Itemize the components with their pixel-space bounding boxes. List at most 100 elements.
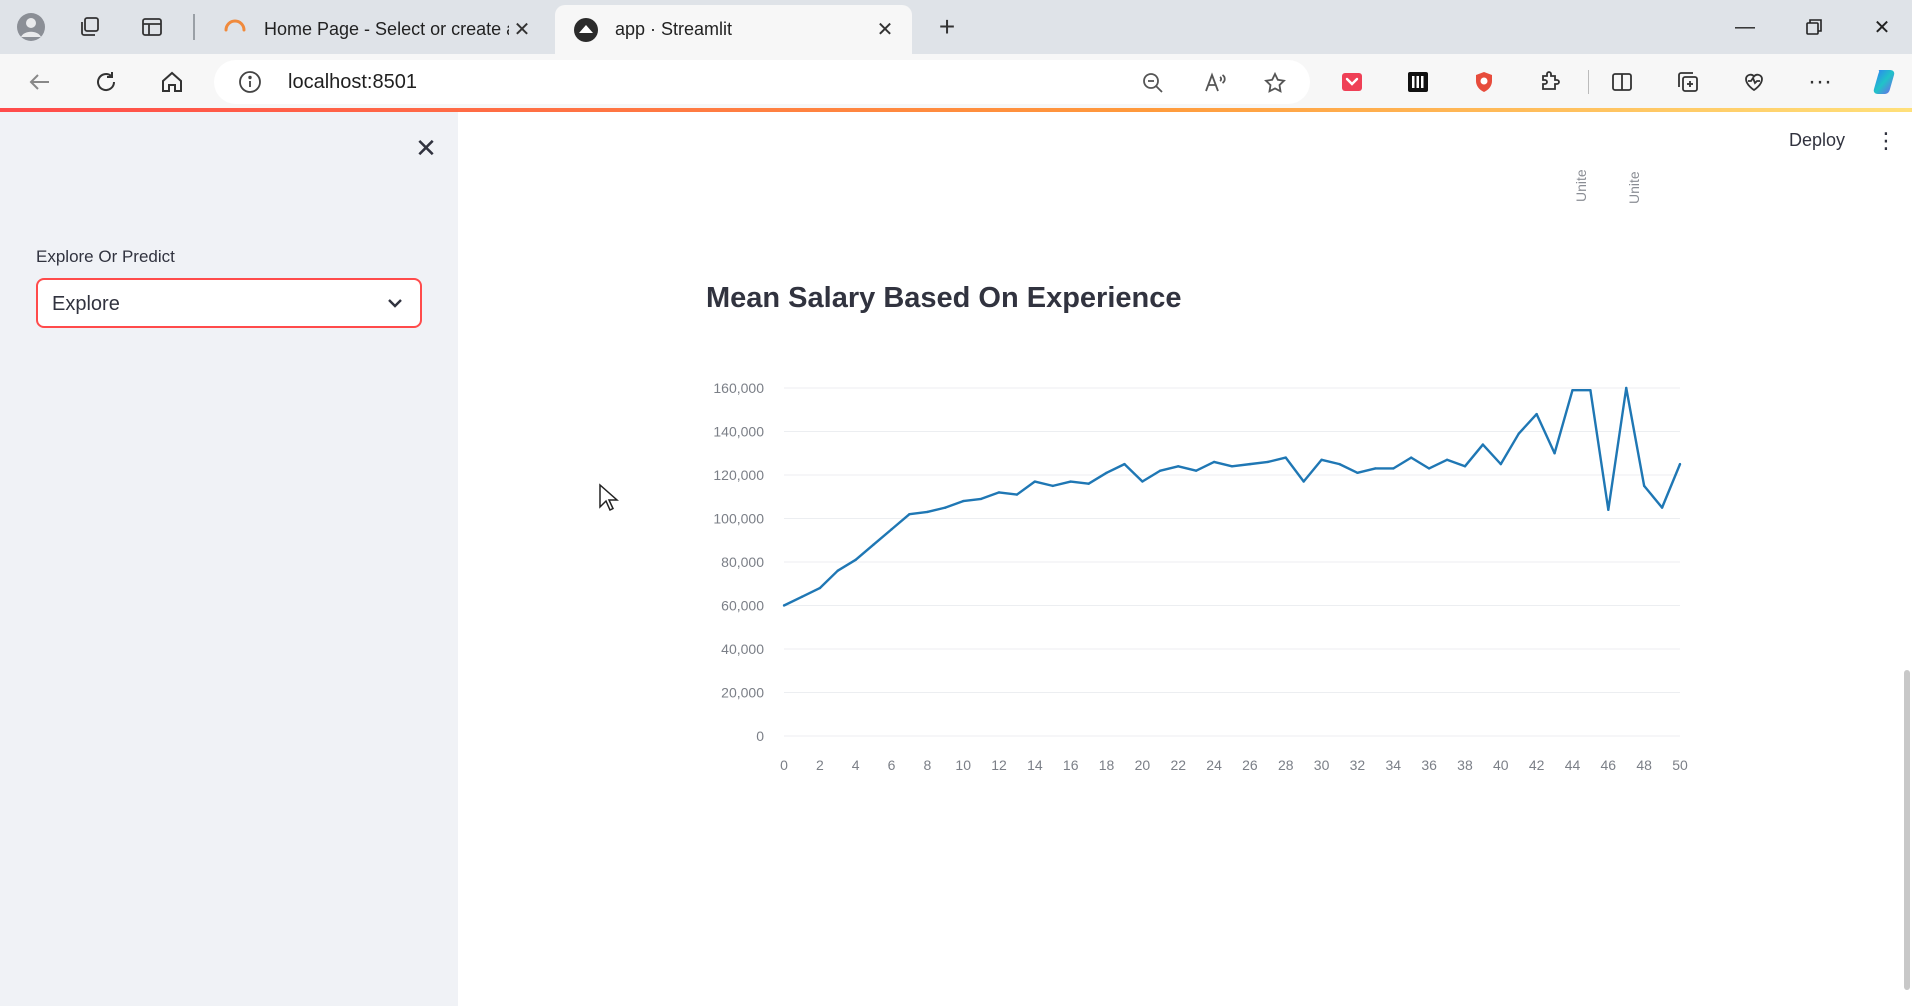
data-point bbox=[1248, 462, 1252, 466]
data-point bbox=[1194, 469, 1198, 472]
library-extension-icon[interactable] bbox=[1402, 66, 1434, 98]
data-point bbox=[890, 528, 893, 531]
data-point bbox=[1678, 462, 1682, 466]
data-point bbox=[1356, 471, 1359, 475]
data-point bbox=[1266, 460, 1270, 464]
new-tab-icon[interactable]: + bbox=[930, 11, 964, 42]
close-tab-icon[interactable]: ✕ bbox=[872, 17, 898, 43]
y-tick-label: 80,000 bbox=[721, 554, 764, 570]
data-point bbox=[1105, 471, 1108, 475]
profile-icon[interactable] bbox=[14, 10, 48, 44]
y-tick-label: 120,000 bbox=[713, 467, 764, 483]
reload-icon[interactable] bbox=[88, 64, 124, 100]
data-point bbox=[1338, 462, 1341, 466]
close-window-icon[interactable]: ✕ bbox=[1862, 12, 1902, 42]
chevron-down-icon bbox=[388, 299, 402, 308]
data-point bbox=[1320, 458, 1323, 461]
browser-titlebar: Home Page - Select or create a n ✕ app ·… bbox=[0, 0, 1912, 54]
more-options-icon[interactable]: ··· bbox=[1804, 66, 1836, 98]
workspaces-icon[interactable] bbox=[73, 10, 107, 44]
salary-line-chart: 0 20,000 40,000 60,000 80,000 100,000 120,000 1… bbox=[713, 380, 1688, 773]
extensions-puzzle-icon[interactable] bbox=[1534, 66, 1566, 98]
favorite-star-icon[interactable] bbox=[1260, 68, 1290, 98]
x-tick-label: 0 bbox=[780, 757, 788, 773]
data-point bbox=[979, 497, 983, 501]
x-tick-label: 18 bbox=[1099, 757, 1115, 773]
data-point bbox=[1625, 386, 1628, 390]
sidebar: ✕ Explore Or Predict Explore bbox=[0, 112, 458, 1006]
titlebar-divider bbox=[193, 14, 195, 40]
zoom-out-icon[interactable] bbox=[1138, 68, 1168, 98]
mouse-cursor-icon bbox=[599, 483, 619, 512]
browser-essentials-icon[interactable] bbox=[1738, 66, 1770, 98]
data-point bbox=[926, 510, 929, 514]
rotated-label: Unite bbox=[1573, 169, 1589, 202]
collections-icon[interactable] bbox=[1672, 66, 1704, 98]
data-point bbox=[836, 569, 839, 572]
x-tick-label: 44 bbox=[1565, 757, 1581, 773]
vertical-tabs-icon[interactable] bbox=[135, 10, 169, 44]
x-tick-label: 34 bbox=[1385, 757, 1401, 773]
url-text[interactable]: localhost:8501 bbox=[288, 71, 417, 94]
data-point bbox=[1087, 482, 1090, 485]
x-tick-label: 32 bbox=[1350, 757, 1366, 773]
restore-icon[interactable] bbox=[1794, 12, 1834, 42]
y-tick-label: 160,000 bbox=[713, 380, 764, 396]
home-icon[interactable] bbox=[154, 64, 190, 100]
main-content: Deploy ⋮ Unite Unite Mean Salary Based O… bbox=[458, 112, 1912, 1006]
shield-extension-icon[interactable] bbox=[1468, 66, 1500, 98]
select-value: Explore bbox=[52, 293, 120, 315]
x-tick-label: 36 bbox=[1421, 757, 1437, 773]
x-tick-label: 28 bbox=[1278, 757, 1294, 773]
data-point bbox=[818, 586, 822, 590]
streamlit-icon bbox=[574, 17, 598, 42]
data-point bbox=[1374, 467, 1377, 470]
close-sidebar-icon[interactable]: ✕ bbox=[408, 130, 444, 166]
x-tick-label: 8 bbox=[923, 757, 931, 773]
tab-home-page[interactable]: Home Page - Select or create a n ✕ bbox=[204, 5, 549, 54]
x-tick-label: 38 bbox=[1457, 757, 1473, 773]
data-point bbox=[1517, 432, 1520, 435]
x-tick-label: 48 bbox=[1636, 757, 1652, 773]
data-point bbox=[1463, 465, 1467, 468]
data-point bbox=[1230, 465, 1234, 468]
back-icon[interactable] bbox=[22, 64, 58, 100]
page-scrollbar[interactable] bbox=[1904, 670, 1910, 990]
x-tick-label: 40 bbox=[1493, 757, 1509, 773]
data-point bbox=[800, 595, 804, 598]
x-tick-label: 50 bbox=[1672, 757, 1688, 773]
explore-predict-select[interactable]: Explore bbox=[36, 278, 422, 328]
y-tick-label: 40,000 bbox=[721, 641, 764, 657]
data-point bbox=[908, 512, 911, 516]
data-point bbox=[1159, 469, 1162, 472]
close-tab-icon[interactable]: ✕ bbox=[509, 17, 535, 43]
x-tick-label: 42 bbox=[1529, 757, 1545, 773]
y-tick-label: 20,000 bbox=[721, 685, 764, 701]
y-tick-label: 0 bbox=[756, 728, 764, 744]
minimize-icon[interactable]: — bbox=[1725, 12, 1765, 42]
x-tick-label: 30 bbox=[1314, 757, 1330, 773]
data-point bbox=[1660, 506, 1664, 509]
data-point bbox=[1302, 480, 1305, 483]
data-point bbox=[962, 499, 965, 503]
split-screen-icon[interactable] bbox=[1606, 66, 1638, 98]
data-point bbox=[1284, 456, 1287, 459]
address-bar[interactable]: localhost:8501 bbox=[214, 60, 1310, 104]
x-tick-label: 22 bbox=[1170, 757, 1186, 773]
data-point bbox=[1410, 456, 1413, 459]
copilot-icon[interactable] bbox=[1868, 66, 1900, 98]
loading-spinner-icon bbox=[224, 19, 246, 31]
pocket-extension-icon[interactable] bbox=[1336, 66, 1368, 98]
y-tick-label: 140,000 bbox=[713, 424, 764, 440]
data-point bbox=[1481, 443, 1485, 446]
site-info-icon[interactable] bbox=[238, 70, 262, 94]
data-point bbox=[872, 543, 875, 546]
deploy-button[interactable]: Deploy bbox=[1789, 130, 1845, 151]
main-menu-icon[interactable]: ⋮ bbox=[1875, 126, 1897, 156]
tab-title: Home Page - Select or create a n bbox=[264, 19, 509, 39]
tab-streamlit-app[interactable]: app · Streamlit ✕ bbox=[555, 5, 912, 54]
tab-title: app · Streamlit bbox=[615, 19, 733, 39]
data-point bbox=[854, 558, 857, 562]
read-aloud-icon[interactable] bbox=[1200, 68, 1230, 98]
data-point bbox=[1051, 484, 1054, 488]
